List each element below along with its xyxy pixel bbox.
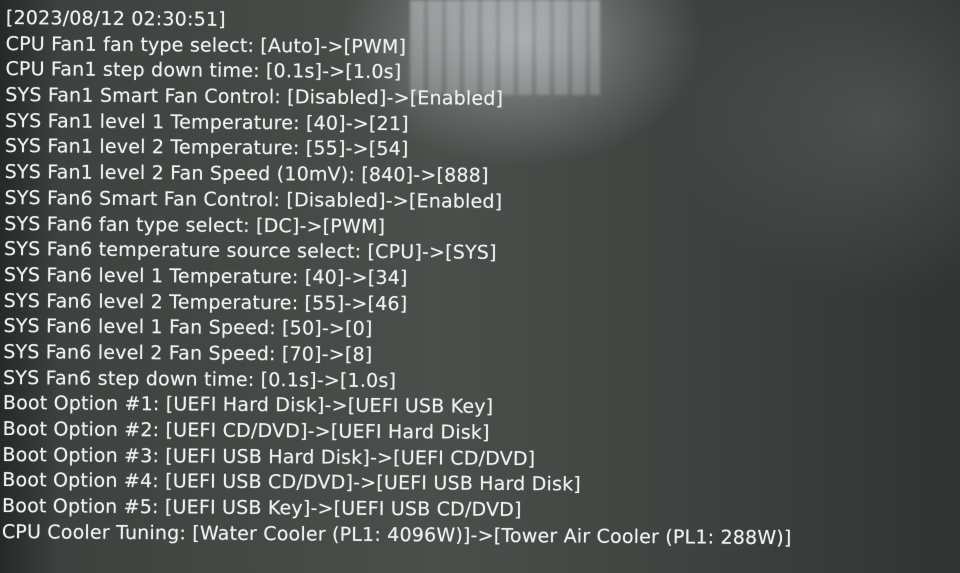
settings-change-log: [2023/08/12 02:30:51] CPU Fan1 fan type … <box>2 6 954 553</box>
bios-change-log-screen: [2023/08/12 02:30:51] CPU Fan1 fan type … <box>0 0 960 573</box>
